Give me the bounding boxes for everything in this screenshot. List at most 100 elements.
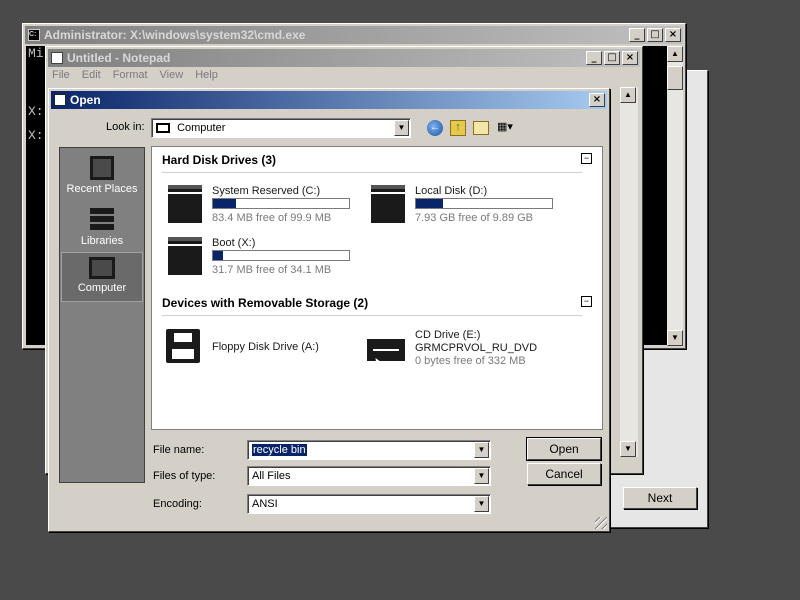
menu-view[interactable]: View xyxy=(160,69,184,81)
cancel-button[interactable]: Cancel xyxy=(527,463,601,485)
drive-item[interactable]: Boot (X:) 31.7 MB free of 34.1 MB xyxy=(162,237,362,279)
chevron-down-icon[interactable]: ▼ xyxy=(474,442,489,458)
look-in-label: Look in: xyxy=(106,121,145,133)
computer-icon xyxy=(89,257,115,279)
next-button[interactable]: Next xyxy=(623,487,697,509)
console-line: X: xyxy=(28,104,44,119)
scroll-thumb[interactable] xyxy=(667,66,683,90)
collapse-icon[interactable]: − xyxy=(581,296,592,307)
minimize-icon[interactable]: _ xyxy=(629,28,645,42)
console-line: X: xyxy=(28,128,44,143)
menu-file[interactable]: File xyxy=(52,69,70,81)
drive-item[interactable]: Floppy Disk Drive (A:) xyxy=(162,329,362,369)
notepad-menubar: File Edit Format View Help xyxy=(52,69,218,81)
drive-free-space: 83.4 MB free of 99.9 MB xyxy=(212,212,332,224)
scroll-down-icon[interactable]: ▼ xyxy=(620,441,636,457)
cmd-icon: C: xyxy=(28,29,40,41)
recent-places-icon xyxy=(90,156,114,180)
back-icon[interactable]: ← xyxy=(427,120,443,136)
computer-icon xyxy=(156,123,170,134)
hard-drive-icon xyxy=(168,185,202,223)
file-name-field[interactable]: recycle bin ▼ xyxy=(247,440,491,460)
drive-name: Boot (X:) xyxy=(212,237,256,249)
close-icon[interactable]: × xyxy=(665,28,681,42)
drive-free-space: 7.93 GB free of 9.89 GB xyxy=(415,212,534,224)
libraries-icon xyxy=(90,208,114,232)
drive-free-space: 0 bytes free of 332 MB xyxy=(415,355,526,367)
collapse-icon[interactable]: − xyxy=(581,153,592,164)
hard-drive-icon xyxy=(371,185,405,223)
hard-drive-icon xyxy=(168,237,202,275)
encoding-value: ANSI xyxy=(252,498,278,510)
open-button[interactable]: Open xyxy=(526,437,602,461)
open-dialog: Open × Look in: Computer ▼ ← ↑ ▦▾ Recent… xyxy=(48,88,610,532)
look-in-dropdown[interactable]: Computer ▼ xyxy=(151,118,411,138)
places-label: Libraries xyxy=(80,235,124,247)
section-divider xyxy=(162,315,582,316)
notepad-icon xyxy=(54,94,66,106)
chevron-down-icon[interactable]: ▼ xyxy=(394,120,409,136)
places-libraries[interactable]: Libraries xyxy=(60,206,144,256)
scroll-up-icon[interactable]: ▲ xyxy=(620,87,636,103)
open-title: Open xyxy=(70,93,101,107)
places-label: Computer xyxy=(77,282,127,294)
chevron-down-icon[interactable]: ▼ xyxy=(474,468,489,484)
menu-format[interactable]: Format xyxy=(113,69,148,81)
menu-help[interactable]: Help xyxy=(195,69,218,81)
cmd-titlebar[interactable]: C: Administrator: X:\windows\system32\cm… xyxy=(25,26,683,44)
drive-usage-fill xyxy=(416,199,444,208)
resize-grip-icon[interactable] xyxy=(595,517,607,529)
view-menu-icon[interactable]: ▦▾ xyxy=(497,120,521,136)
cd-drive-icon xyxy=(367,339,405,361)
scroll-down-icon[interactable]: ▼ xyxy=(667,330,683,346)
section-header: Devices with Removable Storage (2) xyxy=(162,296,369,310)
drive-free-space: 31.7 MB free of 34.1 MB xyxy=(212,264,332,276)
look-in-value: Computer xyxy=(177,122,226,134)
notepad-title: Untitled - Notepad xyxy=(67,51,171,65)
open-titlebar[interactable]: Open × xyxy=(51,91,607,109)
chevron-down-icon[interactable]: ▼ xyxy=(474,496,489,512)
file-list[interactable]: Hard Disk Drives (3) − System Reserved (… xyxy=(151,146,603,430)
section-header: Hard Disk Drives (3) xyxy=(162,153,277,167)
drive-item[interactable]: CD Drive (E:) GRMCPRVOL_RU_DVD 0 bytes f… xyxy=(365,329,595,374)
places-label: Recent Places xyxy=(66,183,138,195)
drive-name: Floppy Disk Drive (A:) xyxy=(212,341,319,353)
close-icon[interactable]: × xyxy=(589,93,605,107)
file-name-value: recycle bin xyxy=(252,444,307,456)
places-computer[interactable]: Computer xyxy=(61,252,143,302)
drive-name: Local Disk (D:) xyxy=(415,185,488,197)
cmd-scrollbar[interactable]: ▲ ▼ xyxy=(667,46,683,346)
places-bar: Recent Places Libraries Computer xyxy=(59,147,145,483)
maximize-icon[interactable]: □ xyxy=(604,51,620,65)
minimize-icon[interactable]: _ xyxy=(586,51,602,65)
notepad-scrollbar[interactable]: ▲ ▼ xyxy=(620,87,638,457)
section-divider xyxy=(162,172,582,173)
cmd-title: Administrator: X:\windows\system32\cmd.e… xyxy=(44,28,306,42)
menu-edit[interactable]: Edit xyxy=(82,69,101,81)
places-recent[interactable]: Recent Places xyxy=(60,154,144,204)
drive-name: CD Drive (E:) xyxy=(415,329,481,341)
drive-name: System Reserved (C:) xyxy=(212,185,321,197)
new-folder-icon[interactable] xyxy=(473,121,489,135)
close-icon[interactable]: × xyxy=(622,51,638,65)
drive-usage-bar xyxy=(415,198,553,209)
maximize-icon[interactable]: □ xyxy=(647,28,663,42)
scroll-up-icon[interactable]: ▲ xyxy=(667,46,683,62)
drive-item[interactable]: System Reserved (C:) 83.4 MB free of 99.… xyxy=(162,185,362,227)
notepad-icon xyxy=(51,52,63,64)
drive-usage-bar xyxy=(212,198,350,209)
floppy-disk-icon xyxy=(166,329,200,363)
drive-usage-fill xyxy=(213,199,237,208)
encoding-dropdown[interactable]: ANSI ▼ xyxy=(247,494,491,514)
file-type-label: Files of type: xyxy=(153,470,216,482)
notepad-titlebar[interactable]: Untitled - Notepad _ □ × xyxy=(48,49,640,67)
file-type-dropdown[interactable]: All Files ▼ xyxy=(247,466,491,486)
file-name-label: File name: xyxy=(153,444,205,456)
drive-usage-bar xyxy=(212,250,350,261)
drive-volume-label: GRMCPRVOL_RU_DVD xyxy=(415,342,538,354)
drive-item[interactable]: Local Disk (D:) 7.93 GB free of 9.89 GB xyxy=(365,185,565,227)
file-type-value: All Files xyxy=(252,470,291,482)
up-folder-icon[interactable]: ↑ xyxy=(450,120,466,136)
console-line: Mi xyxy=(28,46,44,61)
encoding-label: Encoding: xyxy=(153,498,202,510)
